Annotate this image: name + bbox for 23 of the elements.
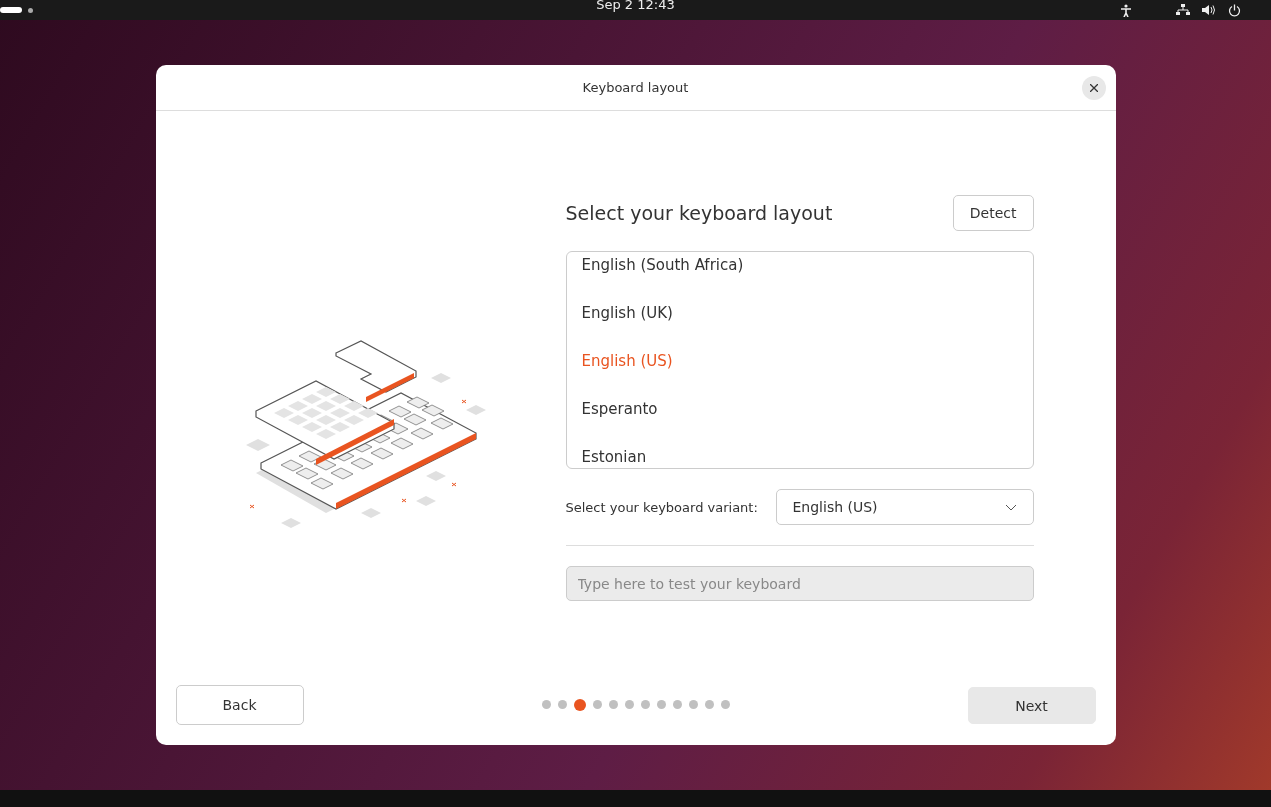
layout-item[interactable]: Esperanto xyxy=(566,385,1033,433)
test-input-field[interactable]: Type here to test your keyboard xyxy=(565,566,1034,601)
variant-label: Select your keyboard variant: xyxy=(565,499,758,515)
layout-item[interactable]: Estonian xyxy=(566,433,1033,468)
window-title: Keyboard layout xyxy=(582,80,689,95)
next-button[interactable]: Next xyxy=(967,687,1096,724)
section-heading: Select your keyboard layout xyxy=(565,202,833,224)
layout-item[interactable]: English (US) xyxy=(566,337,1033,385)
layout-item[interactable]: English (South Africa) xyxy=(566,252,1033,289)
close-button[interactable] xyxy=(1081,76,1106,100)
activities-indicator[interactable] xyxy=(0,7,22,13)
layout-item[interactable]: English (UK) xyxy=(566,289,1033,337)
accessibility-icon[interactable] xyxy=(1120,3,1132,17)
close-icon xyxy=(1089,84,1098,92)
workspace-dot xyxy=(28,7,33,13)
clock[interactable]: Sep 2 12:43 xyxy=(575,0,696,12)
back-button[interactable]: Back xyxy=(175,685,304,725)
volume-icon[interactable] xyxy=(1202,4,1216,16)
power-icon[interactable] xyxy=(1228,3,1241,17)
chevron-down-icon xyxy=(1004,503,1017,511)
detect-button[interactable]: Detect xyxy=(952,195,1034,231)
network-icon[interactable] xyxy=(1176,4,1190,16)
variant-dropdown[interactable]: English (US) xyxy=(775,489,1034,525)
